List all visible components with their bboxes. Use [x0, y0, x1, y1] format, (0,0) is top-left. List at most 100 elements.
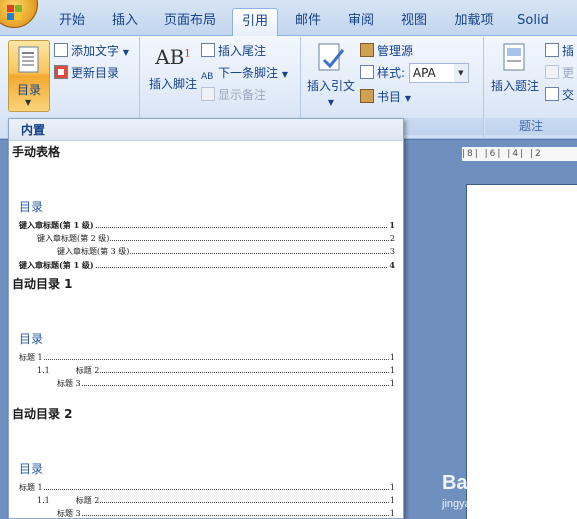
manage-sources-icon [360, 43, 374, 57]
toc-line-text: 键入章标题(第 2 级) [37, 233, 111, 244]
toc-button[interactable]: 目录 ▼ [8, 40, 50, 112]
tab-references[interactable]: 引用 [232, 8, 278, 37]
insert-citation-icon [318, 43, 345, 71]
gallery-item-auto-toc-2[interactable]: 自动目录 2 目录 标题 1 1 1.1 标题 2 1 标题 3 1 [9, 404, 403, 518]
toc-line-text: 键入章标题(第 3 级) [57, 246, 131, 257]
tab-review[interactable]: 审阅 [340, 8, 382, 36]
manage-sources-button[interactable]: 管理源 [360, 41, 413, 61]
toc-preview-line: 标题 1 1 [19, 482, 395, 493]
toc-line-text: 标题 1 [19, 482, 44, 493]
endnote-icon [201, 43, 215, 57]
toc-line-page: 1 [388, 365, 395, 376]
gallery-item-auto-toc-1[interactable]: 自动目录 1 目录 标题 1 1 1.1 标题 2 1 标题 3 1 [9, 274, 403, 404]
next-footnote-button[interactable]: AB 下一条脚注 ▼ [201, 63, 288, 83]
toc-preview-heading: 目录 [19, 462, 44, 476]
office-logo-icon [7, 5, 23, 21]
citation-style-select[interactable]: APA ▼ [408, 63, 469, 83]
toc-preview-line: 1.1 标题 2 1 [37, 495, 395, 506]
toc-preview-heading: 目录 [19, 200, 44, 214]
watermark-url: jingyan.baidu.com [442, 498, 531, 510]
gallery-item-title: 自动目录 2 [12, 407, 73, 421]
toc-preview-line: 标题 3 1 [57, 378, 395, 389]
cross-reference-icon [545, 87, 559, 101]
footnote-icon-text: AB [155, 45, 185, 69]
toc-preview-line: 1.1 标题 2 1 [37, 365, 395, 376]
add-text-button[interactable]: 添加文字 ▼ [54, 41, 129, 61]
bibliography-label: 书目 [377, 90, 402, 104]
tab-solid[interactable]: Solid [510, 8, 556, 36]
toc-line-text: 键入章标题(第 1 级) [19, 260, 95, 271]
toc-preview: 目录 标题 1 1 1.1 标题 2 1 标题 3 1 [13, 428, 399, 518]
toc-line-page: 4 [388, 260, 395, 271]
chevron-down-icon: ▼ [25, 98, 32, 107]
chevron-down-icon: ▼ [453, 64, 468, 82]
show-notes-label: 显示备注 [218, 88, 267, 102]
horizontal-ruler: |8| |6| |4| |2 [462, 147, 577, 161]
gallery-item-title: 手动表格 [12, 145, 61, 159]
cross-reference-button[interactable]: 交 [545, 85, 574, 105]
toc-line-text: 标题 1 [19, 352, 44, 363]
insert-caption-button[interactable]: 插入题注 [487, 42, 543, 94]
watermark-logo-text: Bai@经验 [442, 472, 533, 494]
update-table-label: 更 [562, 66, 575, 80]
toc-preview-line: 标题 3 1 [57, 508, 395, 518]
toc-line-page: 1 [388, 495, 395, 506]
update-toc-button[interactable]: 更新目录 [54, 63, 119, 83]
chevron-down-icon: ▼ [404, 94, 411, 103]
ribbon-tab-strip: 开始 插入 页面布局 引用 邮件 审阅 视图 加载项 Solid [0, 0, 577, 37]
captions-group-label: 题注 [485, 118, 577, 135]
footnote-icon-sup: 1 [184, 48, 191, 60]
tab-mailings[interactable]: 邮件 [287, 8, 329, 36]
toc-preview: 目录 键入章标题(第 1 级) 1 键入章标题(第 2 级) 2 键入章标题(第 3… [13, 166, 399, 271]
chevron-down-icon: ▼ [327, 98, 335, 107]
toc-line-page: 1 [388, 220, 395, 231]
toc-preview-line: 键入章标题(第 3 级) 3 [57, 246, 395, 257]
insert-caption-label: 插入题注 [490, 79, 539, 93]
toc-line-text: 键入章标题(第 1 级) [19, 220, 95, 231]
bibliography-button[interactable]: 书目 ▼ [360, 87, 411, 107]
toc-line-page: 1 [388, 378, 395, 389]
gallery-item-manual-table[interactable]: 手动表格 目录 键入章标题(第 1 级) 1 键入章标题(第 2 级) 2 键入章标… [9, 142, 403, 272]
tab-view[interactable]: 视图 [393, 8, 435, 36]
tab-insert[interactable]: 插入 [104, 8, 146, 36]
next-footnote-label: 下一条脚注 [218, 66, 279, 80]
show-notes-icon [201, 87, 215, 101]
toc-line-number: 1.1 [37, 496, 50, 505]
insert-endnote-button[interactable]: 插入尾注 [201, 41, 266, 61]
table-of-figures-icon [545, 43, 559, 57]
manage-sources-label: 管理源 [377, 44, 414, 58]
bibliography-icon [360, 89, 374, 103]
toc-line-text: 标题 2 [75, 496, 100, 505]
toc-button-label: 目录 [16, 83, 41, 97]
insert-citation-button[interactable]: 插入引文 ▼ [304, 42, 358, 108]
tab-home[interactable]: 开始 [50, 8, 94, 36]
toc-preview-heading: 目录 [19, 332, 44, 346]
gallery-section-header: 内置 [9, 119, 403, 141]
toc-preview: 目录 标题 1 1 1.1 标题 2 1 标题 3 1 [13, 298, 399, 402]
add-text-label: 添加文字 [71, 44, 120, 58]
insert-endnote-label: 插入尾注 [218, 44, 267, 58]
update-toc-icon [54, 65, 68, 79]
toc-line-page: 2 [388, 233, 395, 244]
chevron-down-icon: ▼ [281, 70, 288, 79]
toc-line-text: 标题 3 [57, 508, 82, 518]
toc-preview-line: 键入章标题(第 1 级) 1 [19, 220, 395, 231]
insert-table-of-figures-button[interactable]: 插 [545, 41, 574, 61]
toc-line-page: 1 [388, 352, 395, 363]
tab-add-ins[interactable]: 加载项 [446, 8, 502, 36]
captions-group: 插入题注 插 更 交 题注 [485, 37, 577, 137]
toc-preview-line: 键入章标题(第 2 级) 2 [37, 233, 395, 244]
next-footnote-icon: AB [201, 72, 214, 82]
toc-line-page: 1 [388, 482, 395, 493]
toc-document-icon [18, 46, 39, 73]
tab-page-layout[interactable]: 页面布局 [156, 8, 224, 36]
insert-footnote-button[interactable]: AB1 插入脚注 [145, 45, 201, 92]
update-toc-label: 更新目录 [71, 66, 120, 80]
show-notes-button[interactable]: 显示备注 [201, 85, 266, 105]
insert-citation-label: 插入引文 [306, 79, 355, 93]
office-button[interactable] [0, 0, 38, 28]
update-table-button[interactable]: 更 [545, 63, 574, 83]
insert-caption-icon [503, 43, 525, 71]
style-icon [360, 65, 374, 79]
update-table-icon [545, 65, 559, 79]
